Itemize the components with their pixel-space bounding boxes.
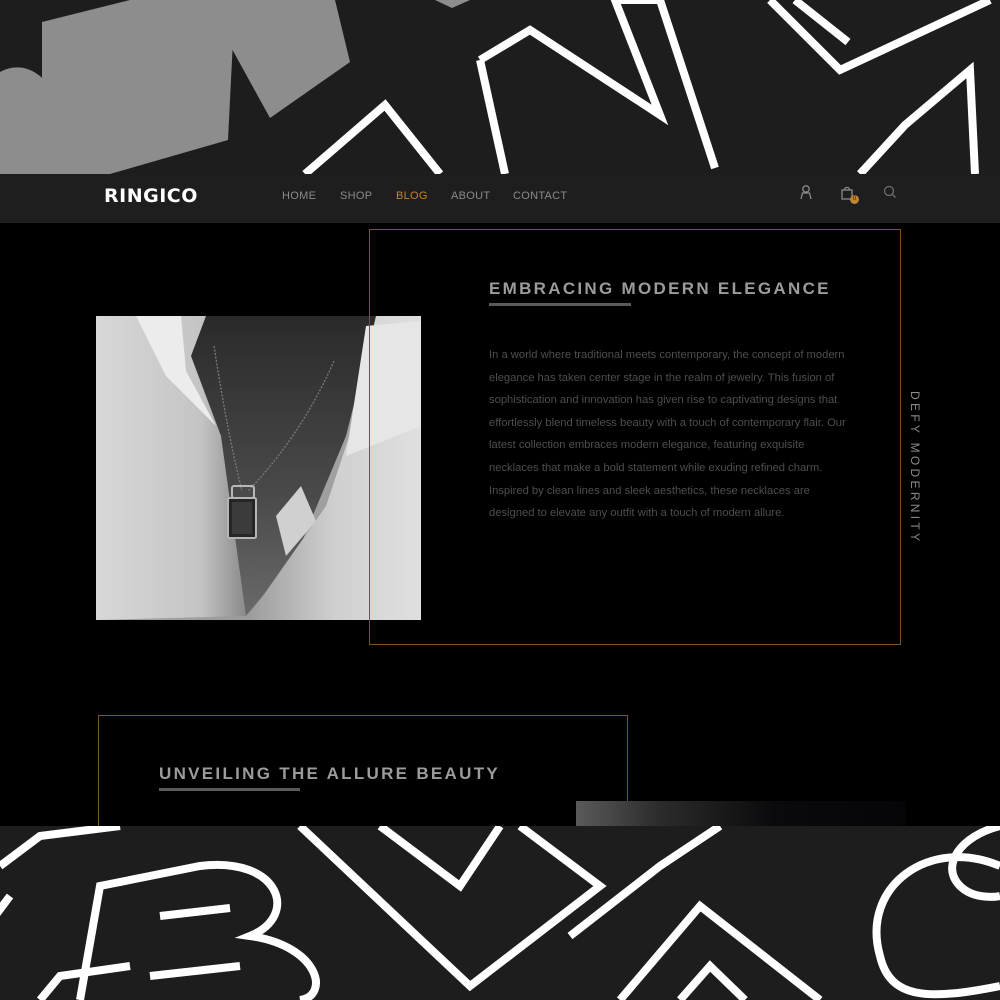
side-tagline: DEFY MODERNITY [908,391,922,545]
user-icon[interactable] [797,183,817,203]
section-body-text: In a world where traditional meets conte… [489,349,846,520]
nav-contact[interactable]: CONTACT [513,190,567,202]
second-title-underline [159,788,300,791]
brand-logo[interactable]: RINGICO [104,185,198,207]
second-section-title: UNVEILING THE ALLURE BEAUTY [159,764,501,783]
blog-content: EMBRACING MODERN ELEGANCE In a world whe… [0,223,1000,826]
nav-about[interactable]: ABOUT [451,190,490,202]
search-icon[interactable] [880,183,900,203]
nav-blog[interactable]: BLOG [396,190,428,202]
background-lettering-bottom [0,826,1000,1000]
background-lettering-top [0,0,1000,174]
second-section-photo [576,801,906,826]
section-title: EMBRACING MODERN ELEGANCE [489,279,831,298]
cart-count-badge: 0 [850,195,859,204]
shopping-bag-icon[interactable]: 0 [838,183,859,204]
title-underline [489,303,631,306]
nav-shop[interactable]: SHOP [340,190,372,202]
nav-home[interactable]: HOME [282,190,316,202]
top-navbar: RINGICO HOME SHOP BLOG ABOUT CONTACT 0 [0,174,1000,223]
